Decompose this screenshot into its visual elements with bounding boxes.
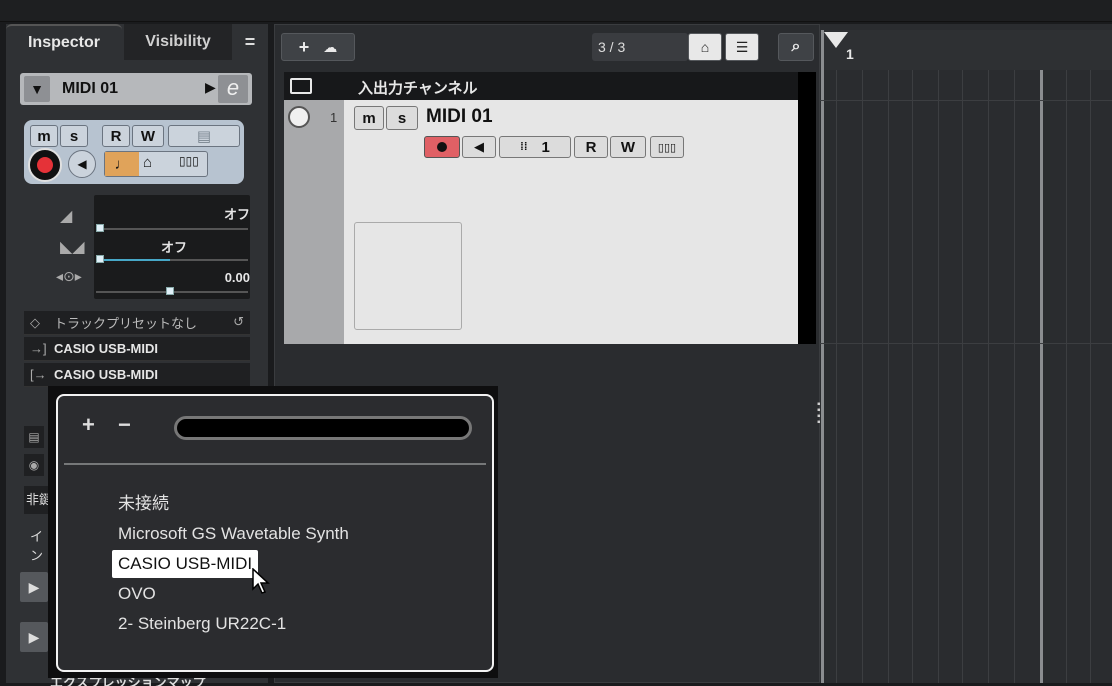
timebase-icon[interactable]: ▯▯▯ [179, 154, 207, 168]
track-monitor-icon[interactable]: ◀ [462, 136, 496, 158]
add-track-button[interactable]: + ☁ [281, 33, 355, 61]
track-lanes-icon[interactable]: ▯▯▯ [650, 136, 684, 158]
track-controls-box: m s R W ▤ ◀ ♩ ⌂ ▯▯▯ [24, 120, 244, 184]
track-options-group: ♩ ⌂ ▯▯▯ [104, 151, 208, 177]
pan-value: オフ [161, 240, 188, 255]
inspector-menu-icon[interactable]: = [240, 32, 260, 52]
port-option[interactable]: OVO [112, 580, 162, 608]
delay-knob[interactable] [166, 287, 174, 295]
top-bar [0, 0, 1112, 22]
track-side-strip [284, 100, 344, 344]
list-icon[interactable]: ▤ [24, 426, 44, 448]
home-view-icon[interactable]: ⌂ [688, 33, 722, 61]
reload-icon[interactable]: ↺ [233, 314, 244, 330]
midi-track-row[interactable]: 1 m s MIDI 01 ◀ ⁞⁞ 1 R W ▯▯▯ [284, 100, 816, 344]
mute-button[interactable]: m [30, 125, 58, 147]
tab-visibility[interactable]: Visibility [124, 24, 232, 60]
cursor-line [821, 30, 824, 683]
track-write-button[interactable]: W [610, 136, 646, 158]
playhead-icon[interactable] [824, 32, 848, 48]
input-routing-label: CASIO USB-MIDI [54, 341, 158, 356]
bar-number: 1 [846, 46, 854, 62]
inspector-track-header[interactable]: ▼ MIDI 01 ▶ e [20, 73, 252, 105]
folder-track-name: 入出力チャンネル [358, 80, 478, 97]
volume-slider[interactable] [96, 228, 248, 230]
midi-channel-value: 1 [541, 138, 550, 156]
read-automation-button[interactable]: R [102, 125, 130, 147]
input-icon: →] [30, 341, 47, 356]
track-read-button[interactable]: R [574, 136, 608, 158]
remove-port-button[interactable]: − [118, 412, 131, 438]
volume-value: オフ [223, 207, 250, 222]
track-solo-button[interactable]: s [386, 106, 418, 130]
record-enable-button[interactable] [28, 148, 62, 182]
routing-section: ◇ トラックプリセットなし ↺ →] CASIO USB-MIDI [→ CAS… [24, 311, 250, 391]
port-option-selected[interactable]: CASIO USB-MIDI [112, 550, 259, 578]
folder-add-icon: ☁ [323, 38, 338, 55]
list-view-icon[interactable]: ☰ [725, 33, 759, 61]
output-icon: [→ [30, 367, 47, 382]
input-routing-row[interactable]: →] CASIO USB-MIDI [24, 337, 250, 361]
lane-icon[interactable]: ▤ [168, 125, 240, 147]
meter-icon[interactable]: ◉ [24, 454, 44, 476]
midi-port-icon [288, 106, 310, 128]
add-icon: + [298, 36, 310, 57]
expand-section-icon[interactable]: ▶ [20, 622, 48, 652]
channel-grid-icon: ⁞⁞ [520, 141, 528, 153]
volume-knob[interactable] [96, 224, 104, 232]
pan-fill [96, 259, 170, 261]
delay-icon: ◂⊙▸ [56, 268, 82, 284]
musical-note-icon[interactable]: ♩ [105, 152, 139, 176]
inspector-track-name: MIDI 01 [62, 80, 119, 97]
expand-section-icon[interactable]: ▶ [20, 572, 48, 602]
port-option[interactable]: Microsoft GS Wavetable Synth [112, 520, 355, 548]
splitter-handle[interactable]: ▪ ▪ ▪ ▪ [817, 400, 823, 438]
lock-icon[interactable]: ⌂ [143, 154, 173, 171]
tab-inspector[interactable]: Inspector [6, 24, 122, 60]
track-mute-button[interactable]: m [354, 106, 384, 130]
pan-knob[interactable] [96, 255, 104, 263]
port-option[interactable]: 2- Steinberg UR22C-1 [112, 610, 292, 638]
track-record-button[interactable] [424, 136, 460, 158]
output-routing-row[interactable]: [→ CASIO USB-MIDI [24, 363, 250, 387]
solo-button[interactable]: s [60, 125, 88, 147]
track-preset-row[interactable]: ◇ トラックプリセットなし ↺ [24, 311, 250, 335]
output-routing-label: CASIO USB-MIDI [54, 367, 158, 382]
write-automation-button[interactable]: W [132, 125, 164, 147]
track-image-slot[interactable] [354, 222, 462, 330]
folder-track-row[interactable]: 入出力チャンネル [284, 72, 816, 100]
track-counter: 3 / 3 [592, 33, 688, 61]
delay-value: 0.00 [224, 270, 250, 285]
monitor-speaker-icon[interactable]: ◀ [68, 150, 96, 178]
preset-icon: ◇ [30, 315, 40, 330]
search-input[interactable] [174, 416, 472, 440]
slider-area: オフ オフ 0.00 [94, 195, 250, 299]
expand-right-icon[interactable]: ▶ [205, 79, 216, 96]
volume-icon: ◢ [60, 208, 73, 225]
midi-channel-field[interactable]: ⁞⁞ 1 [499, 136, 571, 158]
preset-label: トラックプリセットなし [54, 316, 198, 331]
folder-icon [290, 78, 312, 94]
midi-output-popup: + − 未接続 Microsoft GS Wavetable Synth CAS… [56, 394, 494, 672]
track-number: 1 [330, 110, 338, 125]
popup-separator [64, 463, 486, 465]
pan-icon: ◣◢ [60, 239, 85, 256]
event-display [820, 24, 1112, 683]
search-icon[interactable]: ⌕ [778, 33, 814, 61]
edit-instrument-icon[interactable]: e [218, 75, 248, 103]
track-name[interactable]: MIDI 01 [426, 106, 493, 128]
collapse-arrow-icon[interactable]: ▼ [24, 76, 50, 102]
mouse-cursor-icon [252, 568, 270, 594]
ruler[interactable]: 1 [820, 30, 1112, 70]
port-option[interactable]: 未接続 [112, 490, 175, 518]
add-port-button[interactable]: + [82, 412, 95, 438]
